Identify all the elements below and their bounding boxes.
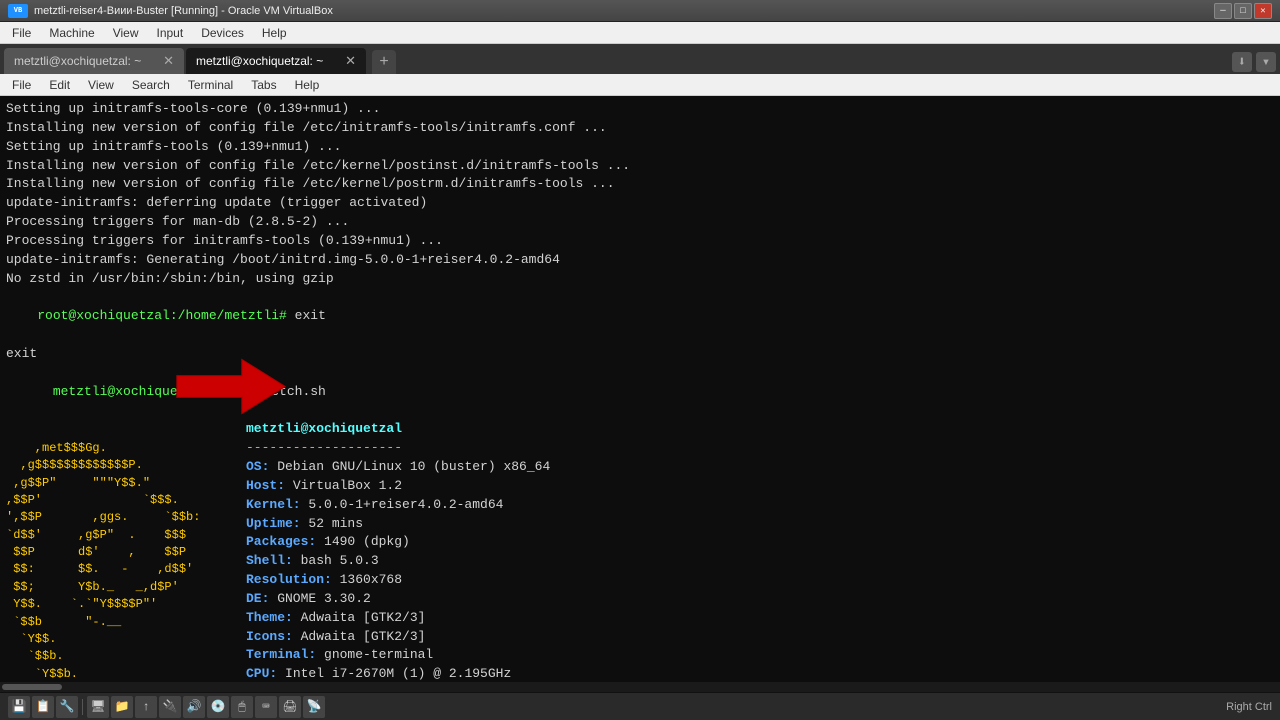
neofetch-terminal: Terminal: gnome-terminal xyxy=(246,646,1274,665)
neofetch-cpu: CPU: Intel i7-2670M (1) @ 2.195GHz xyxy=(246,665,1274,682)
user-prompt: metztli@xochiquetzal:~$ xyxy=(53,384,240,399)
neofetch-resolution: Resolution: 1360x768 xyxy=(246,571,1274,590)
horizontal-scrollbar[interactable] xyxy=(0,682,1280,692)
neofetch-host: Host: VirtualBox 1.2 xyxy=(246,477,1274,496)
tab-right-controls: ⬇ ▾ xyxy=(1232,52,1276,74)
term-line: Processing triggers for initramfs-tools … xyxy=(6,232,1274,251)
term-line: Installing new version of config file /e… xyxy=(6,175,1274,194)
neofetch-kernel: Kernel: 5.0.0-1+reiser4.0.2-amd64 xyxy=(246,496,1274,515)
tab-1-label: metztli@xochiquetzal: ~ xyxy=(196,54,323,68)
bottom-icon-11[interactable]: 🖨 xyxy=(279,696,301,718)
terminal-tabbar: metztli@xochiquetzal: ~ ✕ metztli@xochiq… xyxy=(0,44,1280,74)
term-menu-view[interactable]: View xyxy=(80,76,122,94)
bottom-icon-12[interactable]: 📡 xyxy=(303,696,325,718)
virtualbox-menubar: File Machine View Input Devices Help xyxy=(0,22,1280,44)
neofetch-icons: Icons: Adwaita [GTK2/3] xyxy=(246,628,1274,647)
menu-help[interactable]: Help xyxy=(254,24,295,42)
tab-1-close[interactable]: ✕ xyxy=(345,53,356,69)
neofetch-uptime: Uptime: 52 mins xyxy=(246,515,1274,534)
new-tab-button[interactable]: + xyxy=(372,50,396,74)
bottom-icon-6[interactable]: 🔌 xyxy=(159,696,181,718)
bottom-icon-0[interactable]: 💾 xyxy=(8,696,30,718)
bottom-icon-1[interactable]: 📋 xyxy=(32,696,54,718)
menu-view[interactable]: View xyxy=(105,24,147,42)
window-title: metztli-reiser4-Виии-Buster [Running] - … xyxy=(34,5,333,17)
term-menu-edit[interactable]: Edit xyxy=(41,76,78,94)
neofetch-username-row: metztli@xochiquetzal xyxy=(246,420,1274,439)
neofetch-logo: ,met$$$Gg. ,g$$$$$$$$$$$$$P. ,g$$P" """Y… xyxy=(6,420,246,682)
bottom-statusbar: 💾 📋 🔧 🖥 📁 ↑ 🔌 🔊 💿 🖱 ⌨ 🖨 📡 Right Ctrl xyxy=(0,692,1280,720)
bottom-icon-10[interactable]: ⌨ xyxy=(255,696,277,718)
neofetch-shell: Shell: bash 5.0.3 xyxy=(246,552,1274,571)
term-menu-help[interactable]: Help xyxy=(287,76,328,94)
tab-1[interactable]: metztli@xochiquetzal: ~ ✕ xyxy=(186,48,366,74)
menu-devices[interactable]: Devices xyxy=(193,24,252,42)
right-ctrl-label: Right Ctrl xyxy=(1226,701,1272,713)
bottom-icon-4[interactable]: 📁 xyxy=(111,696,133,718)
term-line: Installing new version of config file /e… xyxy=(6,119,1274,138)
menu-input[interactable]: Input xyxy=(149,24,192,42)
term-line: Setting up initramfs-tools (0.139+nmu1) … xyxy=(6,138,1274,157)
user-prompt-line: metztli@xochiquetzal:~$ neofetch.sh xyxy=(6,364,1274,421)
term-menu-terminal[interactable]: Terminal xyxy=(180,76,241,94)
titlebar-left: VB metztli-reiser4-Виии-Buster [Running]… xyxy=(8,4,333,18)
tab-0-label: metztli@xochiquetzal: ~ xyxy=(14,54,141,68)
terminal-area[interactable]: Setting up initramfs-tools-core (0.139+n… xyxy=(0,96,1280,682)
neofetch-prompt-container: metztli@xochiquetzal:~$ neofetch.sh xyxy=(6,364,1274,421)
bottom-icon-2[interactable]: 🔧 xyxy=(56,696,78,718)
neofetch-info: metztli@xochiquetzal -------------------… xyxy=(246,420,1274,682)
term-menu-search[interactable]: Search xyxy=(124,76,178,94)
tab-scroll-right[interactable]: ▾ xyxy=(1256,52,1276,72)
bottom-icon-7[interactable]: 🔊 xyxy=(183,696,205,718)
term-line: Installing new version of config file /e… xyxy=(6,157,1274,176)
bottom-icon-8[interactable]: 💿 xyxy=(207,696,229,718)
menu-file[interactable]: File xyxy=(4,24,39,42)
term-line: No zstd in /usr/bin:/sbin:/bin, using gz… xyxy=(6,270,1274,289)
menu-machine[interactable]: Machine xyxy=(41,24,102,42)
tab-0[interactable]: metztli@xochiquetzal: ~ ✕ xyxy=(4,48,184,74)
neofetch-output: ,met$$$Gg. ,g$$$$$$$$$$$$$P. ,g$$P" """Y… xyxy=(6,420,1274,682)
titlebar: VB metztli-reiser4-Виии-Buster [Running]… xyxy=(0,0,1280,22)
tab-0-close[interactable]: ✕ xyxy=(163,53,174,69)
neofetch-os: OS: Debian GNU/Linux 10 (buster) x86_64 xyxy=(246,458,1274,477)
tab-scroll-left[interactable]: ⬇ xyxy=(1232,52,1252,72)
term-menu-file[interactable]: File xyxy=(4,76,39,94)
neofetch-de: DE: GNOME 3.30.2 xyxy=(246,590,1274,609)
exit-line: exit xyxy=(6,345,1274,364)
neofetch-theme: Theme: Adwaita [GTK2/3] xyxy=(246,609,1274,628)
neofetch-packages: Packages: 1490 (dpkg) xyxy=(246,533,1274,552)
root-prompt: root@xochiquetzal:/home/metztli# xyxy=(37,308,294,323)
term-line: update-initramfs: Generating /boot/initr… xyxy=(6,251,1274,270)
terminal-menubar: File Edit View Search Terminal Tabs Help xyxy=(0,74,1280,96)
bottom-icon-3[interactable]: 🖥 xyxy=(87,696,109,718)
bottom-separator xyxy=(82,699,83,715)
titlebar-controls: ─ □ ✕ xyxy=(1214,3,1272,19)
bottom-icon-9[interactable]: 🖱 xyxy=(231,696,253,718)
bottom-right-area: Right Ctrl xyxy=(1226,701,1272,713)
term-line: Setting up initramfs-tools-core (0.139+n… xyxy=(6,100,1274,119)
root-prompt-line: root@xochiquetzal:/home/metztli# exit xyxy=(6,288,1274,345)
minimize-button[interactable]: ─ xyxy=(1214,3,1232,19)
term-line: update-initramfs: deferring update (trig… xyxy=(6,194,1274,213)
neofetch-sep-row: -------------------- xyxy=(246,439,1274,458)
bottom-icon-5[interactable]: ↑ xyxy=(135,696,157,718)
close-button[interactable]: ✕ xyxy=(1254,3,1272,19)
virtualbox-logo: VB xyxy=(8,4,28,18)
term-line: Processing triggers for man-db (2.8.5-2)… xyxy=(6,213,1274,232)
restore-button[interactable]: □ xyxy=(1234,3,1252,19)
term-menu-tabs[interactable]: Tabs xyxy=(243,76,284,94)
scrollbar-thumb[interactable] xyxy=(2,684,62,690)
